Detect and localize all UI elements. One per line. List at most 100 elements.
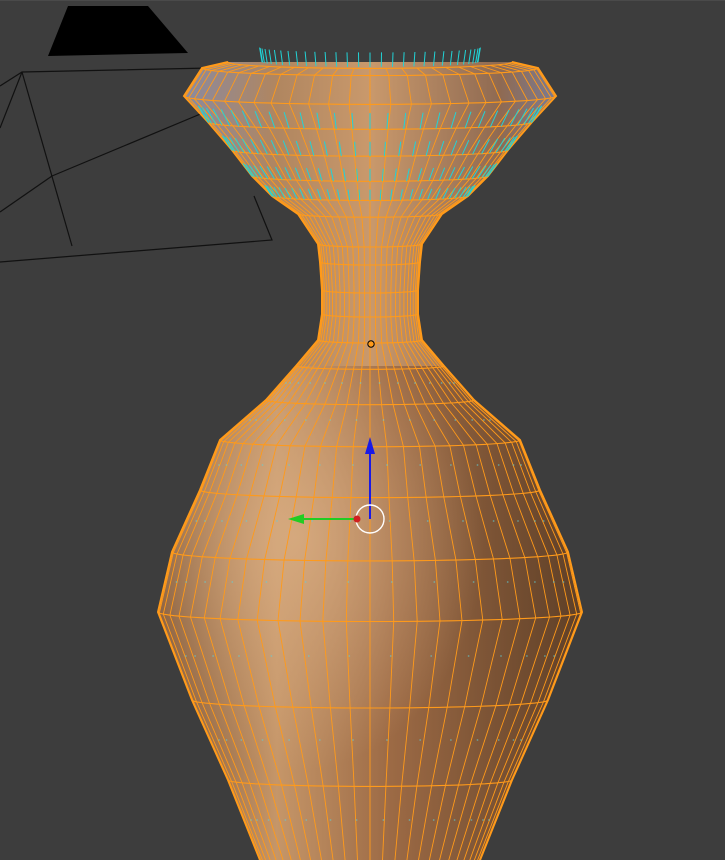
face-dot (359, 382, 362, 384)
face-dot (453, 382, 455, 384)
face-dot (283, 419, 286, 421)
face-dot (266, 419, 269, 421)
face-dot (305, 819, 308, 821)
face-dot (255, 419, 257, 421)
face-dot (221, 520, 223, 522)
face-dot (386, 739, 388, 741)
face-dot (512, 464, 515, 466)
face-dot (212, 655, 215, 657)
normal-line (335, 52, 338, 67)
face-dot (462, 520, 464, 522)
face-dot (534, 581, 536, 583)
face-dot (500, 655, 502, 657)
face-dot (318, 464, 321, 466)
face-dot (390, 581, 393, 583)
face-dot (218, 739, 220, 741)
viewport-canvas[interactable] (0, 0, 725, 860)
face-dot (341, 382, 343, 384)
face-dot (419, 739, 422, 741)
face-dot (382, 819, 385, 821)
face-dot (194, 655, 197, 657)
face-dot (483, 419, 485, 421)
face-dot (195, 520, 198, 522)
face-dot (324, 382, 326, 384)
face-dot (204, 520, 206, 522)
face-dot (476, 739, 479, 741)
normal-line (346, 52, 348, 67)
face-dot (489, 419, 491, 421)
face-dot (450, 739, 452, 741)
face-dot (454, 419, 457, 421)
face-dot (534, 520, 536, 522)
face-dot (433, 581, 436, 583)
camera-frame-lower (0, 195, 273, 263)
face-dot (450, 464, 452, 466)
face-dot (512, 739, 515, 741)
face-dot (349, 520, 352, 522)
face-dot (433, 419, 436, 421)
face-dot (430, 655, 433, 657)
face-dot (348, 655, 351, 657)
face-dot (318, 739, 321, 741)
face-dot (408, 819, 411, 821)
face-dot (261, 464, 264, 466)
face-dot (482, 819, 484, 821)
camera-edge-4 (0, 71, 23, 129)
face-dot (267, 819, 270, 821)
face-dot (544, 655, 546, 657)
face-dot (288, 739, 290, 741)
camera-edge-1 (21, 71, 73, 247)
face-dot (284, 819, 287, 821)
gizmo-origin-dot (353, 515, 361, 523)
face-dot (355, 419, 358, 421)
camera-edge-3 (51, 109, 211, 177)
face-dot (488, 819, 490, 821)
face-dot (185, 581, 188, 583)
face-dot (311, 520, 314, 522)
face-dot (520, 739, 522, 741)
face-dot (204, 581, 207, 583)
face-dot (467, 655, 470, 657)
face-dot (175, 581, 178, 583)
face-dot (397, 382, 399, 384)
face-dot (472, 581, 475, 583)
camera-frame (0, 67, 211, 87)
face-dot (553, 655, 555, 657)
face-dot (428, 382, 431, 384)
face-dot (470, 819, 473, 821)
normal-line (264, 49, 268, 64)
face-dot (414, 382, 416, 384)
face-dot (288, 464, 290, 466)
face-dot (506, 581, 509, 583)
face-dot (526, 655, 528, 657)
normal-line (268, 49, 272, 65)
object-origin[interactable] (367, 340, 375, 348)
face-dot (426, 520, 429, 522)
face-dot (261, 739, 264, 741)
normal-line (392, 52, 394, 67)
face-dot (388, 520, 391, 522)
face-dot (304, 419, 307, 421)
camera-edge-2 (0, 175, 53, 213)
face-dot (352, 464, 354, 466)
face-dot (225, 464, 228, 466)
face-dot (386, 464, 388, 466)
face-dot (240, 739, 243, 741)
face-dot (382, 419, 385, 421)
normal-line (472, 49, 476, 64)
face-dot (440, 382, 443, 384)
3d-viewport[interactable] (0, 0, 725, 860)
face-dot (471, 419, 474, 421)
face-dot (240, 464, 243, 466)
camera-triangle (48, 6, 188, 56)
face-dot (250, 819, 253, 821)
face-dot (453, 819, 456, 821)
face-dot (238, 655, 240, 657)
face-dot (448, 382, 451, 384)
face-dot (276, 520, 278, 522)
face-dot (304, 581, 307, 583)
normal-line (468, 49, 472, 65)
face-dot (185, 655, 187, 657)
face-dot (476, 464, 479, 466)
face-dot (231, 581, 234, 583)
